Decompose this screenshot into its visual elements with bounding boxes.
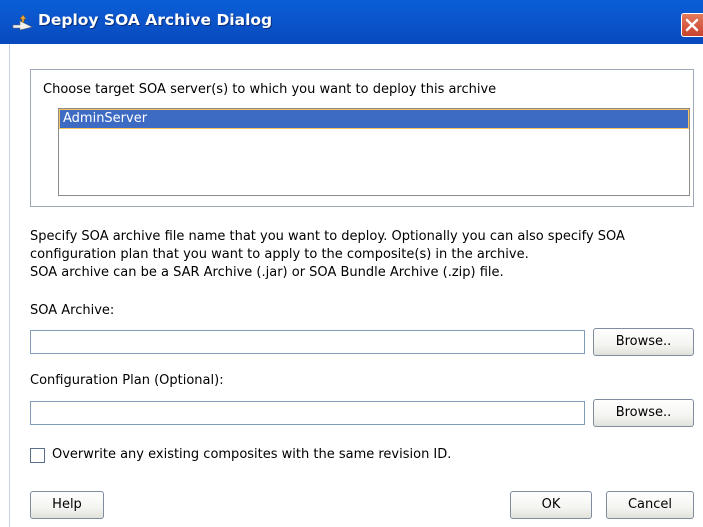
- soa-archive-label: SOA Archive:: [30, 303, 115, 318]
- target-server-group: Choose target SOA server(s) to which you…: [30, 69, 694, 207]
- overwrite-label[interactable]: Overwrite any existing composites with t…: [52, 447, 451, 462]
- cancel-button[interactable]: Cancel: [606, 491, 694, 519]
- window-left-border: [9, 44, 10, 527]
- deploy-arrow-icon: [12, 13, 34, 31]
- config-plan-browse-button[interactable]: Browse..: [593, 399, 694, 427]
- window-title: Deploy SOA Archive Dialog: [38, 11, 273, 29]
- target-server-label: Choose target SOA server(s) to which you…: [43, 82, 497, 97]
- title-bar[interactable]: Deploy SOA Archive Dialog: [0, 0, 703, 45]
- server-list[interactable]: AdminServer: [58, 108, 690, 196]
- description-line-3: SOA archive can be a SAR Archive (.jar) …: [30, 265, 504, 280]
- config-plan-input[interactable]: [30, 401, 585, 425]
- help-button[interactable]: Help: [30, 491, 104, 519]
- description-line-1: Specify SOA archive file name that you w…: [30, 229, 625, 244]
- soa-archive-browse-button[interactable]: Browse..: [593, 328, 694, 356]
- overwrite-checkbox[interactable]: [30, 448, 45, 463]
- description-line-2: configuration plan that you want to appl…: [30, 247, 529, 262]
- close-button[interactable]: [681, 13, 703, 37]
- config-plan-label: Configuration Plan (Optional):: [30, 373, 224, 388]
- ok-button[interactable]: OK: [510, 491, 592, 519]
- close-icon: [685, 18, 699, 32]
- soa-archive-input[interactable]: [30, 330, 585, 354]
- server-list-item[interactable]: AdminServer: [59, 109, 689, 129]
